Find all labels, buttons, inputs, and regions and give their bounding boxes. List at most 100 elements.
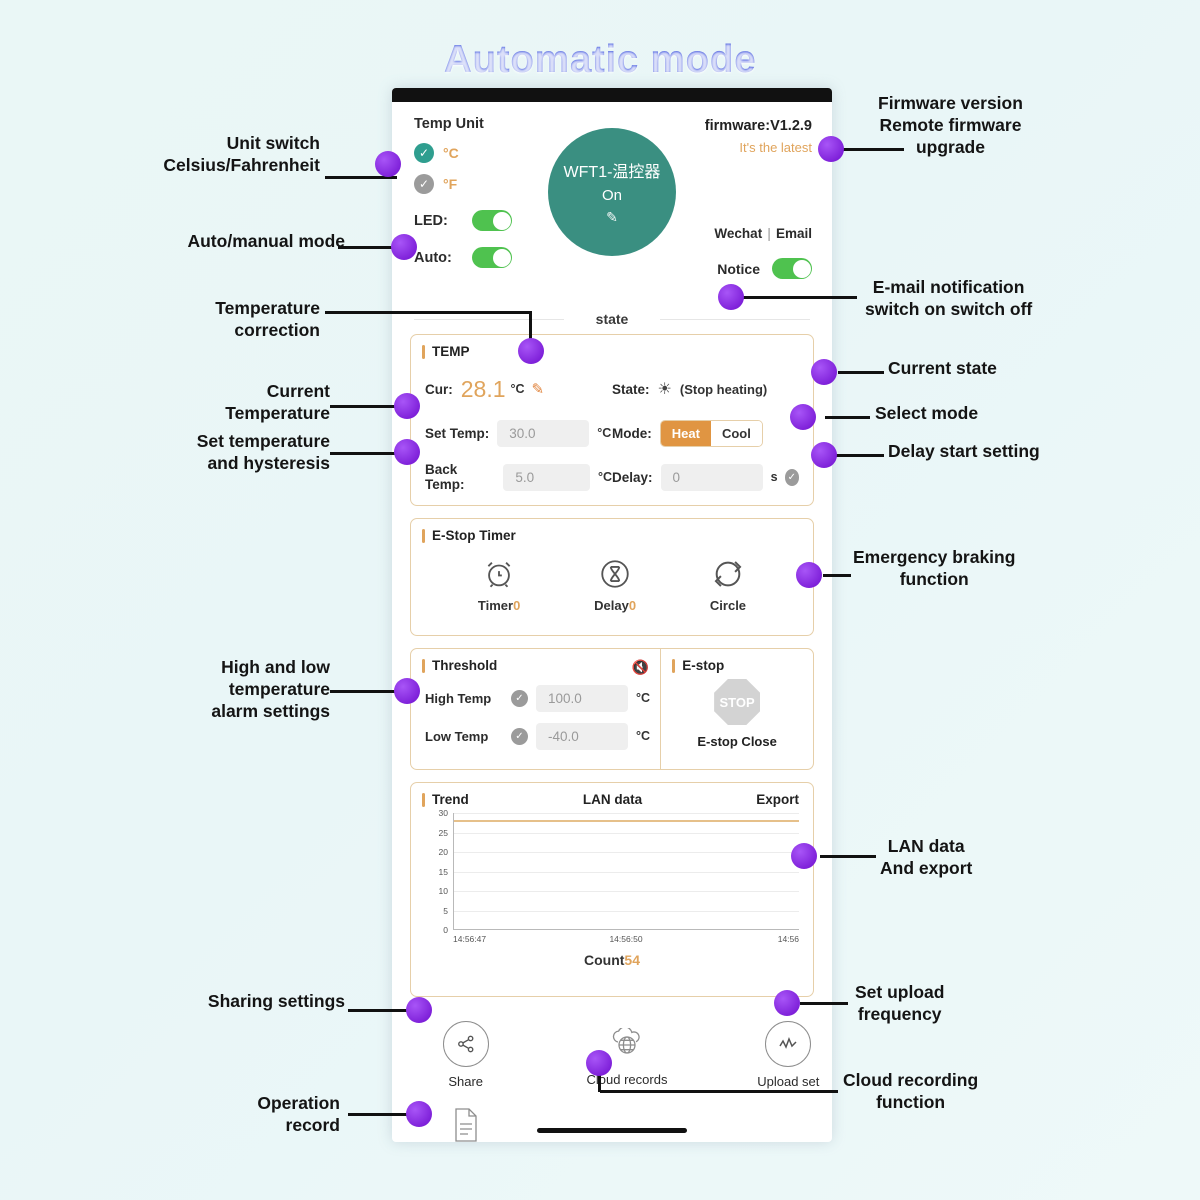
callout-dot-email-notification (718, 284, 744, 310)
estop-status: E-stop Close (697, 734, 777, 749)
page-root: Automatic mode Temp Unit ✓ °C ✓ °F LED: (0, 0, 1200, 1200)
mode-segmented-control[interactable]: Heat Cool (659, 419, 763, 447)
back-temp-input[interactable]: 5.0 (503, 463, 590, 491)
chart-gridline (454, 910, 799, 912)
chart-plot-area (453, 813, 799, 930)
callout-dot-sharing-settings (406, 997, 432, 1023)
annotation-set-temp-hysteresis: Set temperature and hysteresis (196, 431, 330, 473)
low-temp-check-icon[interactable]: ✓ (511, 727, 528, 745)
temp-card: TEMP Cur: 28.1 °C ✎ State: ☀ (Stop heati… (410, 334, 814, 506)
document-icon (455, 1108, 477, 1142)
leader-select-mode (825, 416, 870, 419)
export-button[interactable]: Export (756, 792, 799, 807)
callout-dot-auto-manual (391, 234, 417, 260)
toggle-knob (492, 248, 511, 267)
led-toggle[interactable] (472, 210, 512, 231)
upload-icon-wrap (765, 1021, 812, 1067)
callout-dot-select-mode (790, 404, 816, 430)
timer-value: 0 (513, 598, 521, 613)
check-icon-celsius[interactable]: ✓ (414, 143, 434, 163)
callout-dot-cloud-recording (586, 1050, 612, 1076)
delay-check-icon[interactable]: ✓ (784, 468, 799, 486)
estop-card: E-stop STOP E-stop Close (661, 649, 813, 769)
timer-text: Timer (477, 598, 514, 613)
device-name: WFT1-温控器 (563, 164, 661, 181)
notice-toggle[interactable] (772, 258, 812, 279)
edit-icon[interactable]: ✎ (606, 209, 618, 226)
firmware-version: firmware:V1.2.9 (704, 118, 812, 134)
count-value: 54 (624, 952, 640, 968)
state-divider-label: state (585, 311, 639, 327)
op-log-action[interactable]: OP Log (422, 1103, 510, 1142)
mute-bell-icon[interactable]: 🔇 (632, 659, 649, 676)
high-temp-check-icon[interactable]: ✓ (511, 689, 528, 707)
top-panel: Temp Unit ✓ °C ✓ °F LED: Auto: WFT1-温控器 … (392, 102, 832, 302)
state-label: State: (612, 381, 650, 397)
set-temp-group: Set Temp: 30.0 °C (425, 419, 612, 447)
chart-x-tick: 14:56:47 (453, 934, 487, 944)
unit-fahrenheit-label: °F (443, 176, 458, 192)
upload-set-label: Upload set (757, 1074, 820, 1089)
doc-icon-wrap (444, 1103, 488, 1142)
delay-timer-value: 0 (628, 598, 637, 613)
delay-input[interactable]: 0 (660, 463, 763, 491)
set-temp-input[interactable]: 30.0 (497, 419, 590, 447)
auto-label: Auto: (414, 249, 452, 266)
temp-row-back: Back Temp: 5.0 °C Delay: 0 s ✓ (425, 455, 799, 499)
annotation-upload-frequency: Set upload frequency (855, 982, 945, 1024)
timer-label: Timer0 (478, 598, 520, 613)
cur-value: 28.1 (460, 375, 506, 402)
notice-block: Wechat | Email Notice (714, 226, 812, 279)
share-action[interactable]: Share (422, 1021, 509, 1089)
accent-bar (672, 658, 676, 673)
check-icon-fahrenheit[interactable]: ✓ (414, 174, 434, 194)
upload-set-action[interactable]: Upload set (745, 1021, 832, 1089)
timer-item[interactable]: Timer0 (478, 557, 520, 613)
high-temp-unit: °C (636, 691, 651, 705)
annotation-sharing-settings: Sharing settings (207, 991, 345, 1011)
notice-row: Notice (714, 258, 812, 279)
auto-toggle[interactable] (472, 247, 512, 268)
firmware-block[interactable]: firmware:V1.2.9 It's the latest (705, 118, 812, 155)
toggle-knob (492, 211, 511, 230)
callout-dot-emergency-braking (796, 562, 822, 588)
home-indicator (537, 1128, 687, 1133)
temperature-correction-icon[interactable]: ✎ (532, 380, 545, 398)
chart-y-tick: 5 (443, 905, 448, 916)
callout-dot-alarm-settings (394, 678, 420, 704)
device-dial[interactable]: WFT1-温控器 On ✎ (548, 128, 676, 256)
callout-dot-upload-frequency (774, 990, 800, 1016)
annotation-current-state: Current state (888, 358, 997, 378)
delay-item[interactable]: Delay0 (594, 557, 636, 613)
circle-item[interactable]: Circle (710, 557, 746, 613)
back-temp-label: Back Temp: (425, 462, 465, 492)
low-temp-input[interactable]: -40.0 (536, 722, 628, 750)
estop-header: E-stop (661, 649, 813, 673)
annotation-temp-correction: Temperature correction (215, 298, 320, 340)
mode-group: Mode: Heat Cool (612, 419, 799, 447)
trend-chart[interactable]: 0 5 10 15 20 25 30 14:56:47 14:56:50 14:56 (425, 808, 799, 948)
delay-unit: s (770, 470, 778, 484)
stop-sign-icon[interactable]: STOP (714, 679, 761, 725)
cloud-icon-wrap (605, 1021, 649, 1065)
lan-data-button[interactable]: LAN data (469, 792, 756, 807)
chart-x-tick: 14:56 (777, 934, 799, 944)
estop-timer-header: E-Stop Timer (411, 519, 813, 543)
status-bar (392, 88, 832, 102)
sun-icon: ☀ (657, 381, 672, 398)
mode-heat-button[interactable]: Heat (660, 420, 711, 446)
trend-header: Trend LAN data Export (411, 783, 813, 807)
estop-control[interactable]: STOP E-stop Close (661, 673, 813, 749)
mode-cool-button[interactable]: Cool (710, 420, 762, 446)
threshold-card: Threshold 🔇 High Temp ✓ 100.0 °C Low Tem… (411, 649, 662, 769)
callout-dot-set-temp-hysteresis (394, 439, 420, 465)
leader-emergency-braking (823, 574, 851, 577)
state-value: (Stop heating) (679, 381, 768, 397)
callout-dot-current-state (811, 359, 837, 385)
email-link[interactable]: Email (776, 226, 812, 241)
wechat-link[interactable]: Wechat (714, 226, 762, 241)
temp-row-current: Cur: 28.1 °C ✎ State: ☀ (Stop heating) (425, 367, 799, 411)
chart-y-tick: 0 (443, 925, 448, 935)
low-temp-row: Low Temp ✓ -40.0 °C (411, 717, 660, 755)
high-temp-input[interactable]: 100.0 (536, 684, 628, 712)
